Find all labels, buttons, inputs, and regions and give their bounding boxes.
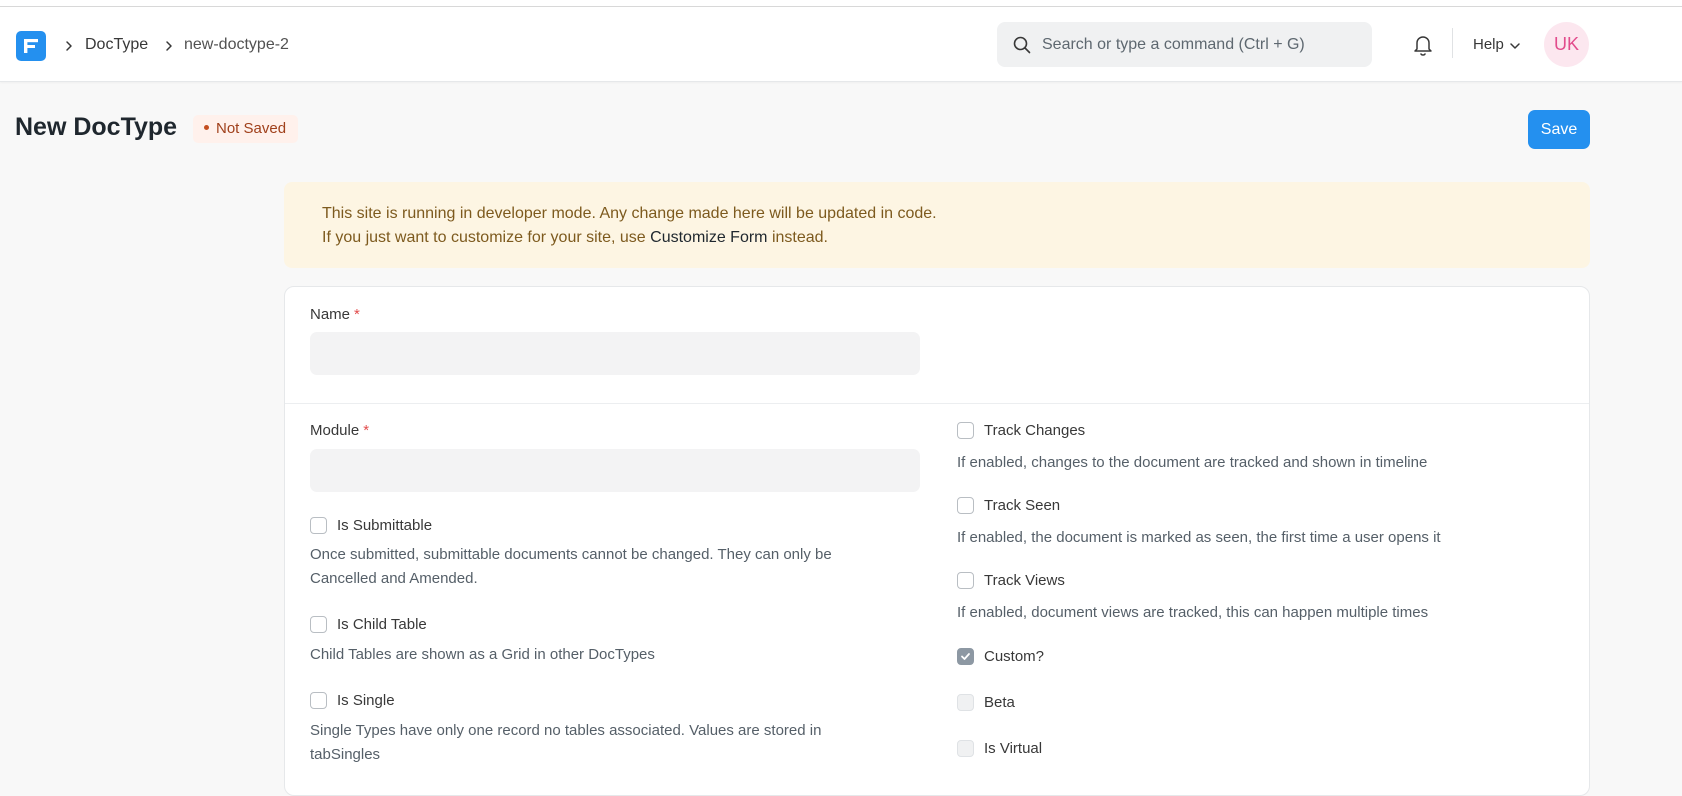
checkmark-icon xyxy=(961,653,970,660)
status-badge-label: Not Saved xyxy=(216,120,287,137)
navbar-divider xyxy=(1452,28,1453,58)
beta-label: Beta xyxy=(984,694,1015,711)
customize-form-link[interactable]: Customize Form xyxy=(650,229,767,246)
chevron-right-icon xyxy=(166,41,172,51)
checkbox-box[interactable] xyxy=(957,422,974,439)
is-single-description: Single Types have only one record no tab… xyxy=(310,719,821,767)
is-child-table-description: Child Tables are shown as a Grid in othe… xyxy=(310,646,655,663)
is-submittable-description: Once submitted, submittable documents ca… xyxy=(310,543,832,591)
is-virtual-label: Is Virtual xyxy=(984,740,1043,757)
save-button[interactable]: Save xyxy=(1528,110,1590,149)
search-input[interactable]: Search or type a command (Ctrl + G) xyxy=(997,22,1372,67)
is-submittable-label: Is Submittable xyxy=(337,517,433,534)
custom-label: Custom? xyxy=(984,648,1045,665)
module-label-text: Module xyxy=(310,422,360,439)
alert-line-2: If you just want to customize for your s… xyxy=(322,226,1552,250)
checkbox-box[interactable] xyxy=(310,517,327,534)
alert-line-1: This site is running in developer mode. … xyxy=(322,205,937,222)
track-views-description: If enabled, document views are tracked, … xyxy=(957,604,1429,621)
help-menu-button[interactable]: Help xyxy=(1473,34,1504,56)
checkbox-box[interactable] xyxy=(957,497,974,514)
status-badge: Not Saved xyxy=(193,115,299,143)
section-divider xyxy=(285,403,1589,404)
is-single-description-line-2: tabSingles xyxy=(310,746,381,763)
name-label: Name * xyxy=(310,305,360,325)
breadcrumb-current[interactable]: new-doctype-2 xyxy=(184,34,289,56)
track-changes-label: Track Changes xyxy=(984,422,1086,439)
track-views-label: Track Views xyxy=(984,572,1065,589)
search-placeholder: Search or type a command (Ctrl + G) xyxy=(1042,36,1305,53)
module-label: Module * xyxy=(310,421,369,441)
frappe-logo-icon[interactable] xyxy=(16,31,46,61)
developer-mode-alert: This site is running in developer mode. … xyxy=(284,182,1590,268)
checkbox-box-disabled[interactable] xyxy=(957,694,974,711)
page-title: New DocType xyxy=(15,113,178,141)
bell-icon[interactable] xyxy=(1411,32,1435,58)
checkbox-box[interactable] xyxy=(957,572,974,589)
is-single-label: Is Single xyxy=(337,692,395,709)
is-single-description-line-1: Single Types have only one record no tab… xyxy=(310,722,822,739)
status-dot xyxy=(204,124,209,130)
alert-line-2-suffix: instead. xyxy=(767,229,828,246)
avatar[interactable]: UK xyxy=(1544,22,1589,67)
form-card: Name * Module * Is Submittable Once submit… xyxy=(284,286,1590,796)
navbar: DocType new-doctype-2 Search or type a c… xyxy=(0,7,1682,82)
is-child-table-label: Is Child Table xyxy=(337,616,427,633)
checkbox-box-checked[interactable] xyxy=(957,648,974,665)
track-seen-description: If enabled, the document is marked as se… xyxy=(957,529,1441,546)
checkbox-box[interactable] xyxy=(310,692,327,709)
is-submittable-description-line-1: Once submitted, submittable documents ca… xyxy=(310,546,832,563)
name-label-text: Name xyxy=(310,306,351,323)
required-marker: * xyxy=(363,422,370,439)
is-submittable-description-line-2: Cancelled and Amended. xyxy=(310,570,478,587)
name-field[interactable] xyxy=(310,332,920,375)
required-marker: * xyxy=(354,306,360,323)
breadcrumb-doctype[interactable]: DocType xyxy=(85,34,148,56)
top-border xyxy=(0,0,1682,7)
alert-line-2-prefix: If you just want to customize for your s… xyxy=(322,229,651,246)
search-icon xyxy=(1013,36,1031,54)
module-field[interactable] xyxy=(310,449,920,492)
track-seen-label: Track Seen xyxy=(984,497,1061,514)
chevron-right-icon xyxy=(66,41,72,51)
checkbox-box[interactable] xyxy=(310,616,327,633)
checkbox-box-disabled[interactable] xyxy=(957,740,974,757)
track-changes-description: If enabled, changes to the document are … xyxy=(957,454,1428,471)
chevron-down-icon[interactable] xyxy=(1509,41,1521,51)
